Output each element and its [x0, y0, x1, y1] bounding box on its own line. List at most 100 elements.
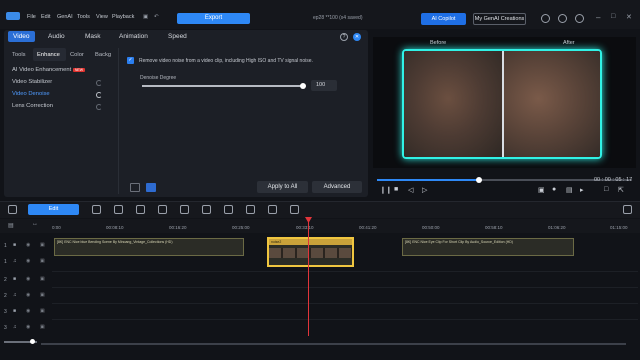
close-icon[interactable]: ✕	[626, 13, 632, 21]
reset-icon[interactable]	[96, 80, 102, 86]
menu-genai[interactable]: GenAI	[57, 14, 73, 20]
denoise-description: Remove video noise from a video clip, in…	[139, 58, 313, 64]
next-frame-icon[interactable]: ▷	[422, 186, 427, 194]
timeline-clip[interactable]: [8K] ENC Nice Eye Clip For Short Clip By…	[402, 238, 574, 256]
volume-icon[interactable]: ▸	[580, 186, 584, 194]
menu-playback[interactable]: Playback	[112, 14, 134, 20]
subtab-enhance[interactable]: Enhance	[37, 52, 60, 58]
playback-progress-fill	[377, 179, 479, 181]
after-label: After	[563, 40, 575, 46]
mute-icon[interactable]: ◉	[26, 324, 30, 330]
timeline-scrollbar[interactable]	[41, 343, 626, 345]
effect-icon[interactable]	[246, 205, 255, 214]
fit-icon[interactable]: ↔	[32, 221, 38, 227]
split-compare-icon[interactable]	[146, 183, 156, 192]
apply-to-all-button[interactable]: Apply to All	[257, 181, 308, 193]
edit-button[interactable]: Edit	[28, 204, 79, 215]
track-manager-icon[interactable]: ▤	[8, 222, 14, 229]
tab-video[interactable]: Video	[8, 31, 35, 42]
visibility-icon[interactable]: ◉	[26, 308, 30, 314]
compare-off-icon[interactable]	[130, 183, 140, 192]
reset-icon[interactable]	[96, 104, 102, 110]
speed-icon[interactable]	[180, 205, 189, 214]
before-image	[404, 51, 502, 157]
mute-icon[interactable]: ◉	[26, 258, 30, 264]
add-track-icon[interactable]	[8, 205, 17, 214]
close-panel-icon[interactable]: ✕	[353, 33, 361, 41]
tick-label: 00:50:00	[422, 225, 440, 230]
save-icon[interactable]: ▣	[143, 14, 148, 20]
stop-icon[interactable]: ■	[394, 186, 398, 193]
lock-icon[interactable]: ▣	[40, 276, 45, 282]
settings-icon[interactable]	[541, 14, 550, 23]
video-track-icon: ■	[13, 276, 17, 282]
time-ruler[interactable]	[0, 219, 640, 233]
reset-icon[interactable]	[96, 92, 102, 98]
visibility-icon[interactable]: ◉	[26, 276, 30, 282]
playback-handle[interactable]	[476, 177, 482, 183]
lock-icon[interactable]: ▣	[40, 324, 45, 330]
menu-tools[interactable]: Tools	[77, 14, 90, 20]
tab-mask[interactable]: Mask	[85, 33, 101, 40]
playhead[interactable]	[308, 218, 309, 336]
track-number: 1	[4, 243, 7, 249]
lock-icon[interactable]: ▣	[40, 242, 45, 248]
record-icon[interactable]: ●	[552, 186, 556, 193]
split-icon[interactable]	[114, 205, 123, 214]
crop-icon[interactable]	[136, 205, 145, 214]
mask-icon[interactable]	[224, 205, 233, 214]
previous-frame-icon[interactable]: ◁	[408, 186, 413, 194]
clip-name: [8K] ENC Nice blue Bending Scene By Mino…	[57, 240, 173, 244]
ai-copilot-button[interactable]: AI Copilot	[421, 13, 466, 25]
track-divider	[52, 319, 638, 320]
fullscreen-icon[interactable]: ⇱	[618, 186, 624, 194]
export-button[interactable]: Export	[177, 13, 250, 24]
notification-icon[interactable]	[558, 14, 567, 23]
side-item-video-stabilizer[interactable]: Video Stabilizer	[12, 79, 52, 85]
track-number: 1	[4, 259, 7, 265]
color-icon[interactable]	[202, 205, 211, 214]
menu-view[interactable]: View	[96, 14, 108, 20]
denoise-checkbox[interactable]: ✓	[127, 57, 134, 64]
lock-icon[interactable]: ▣	[40, 292, 45, 298]
timecode: 00 : 00 : 05 : 17	[594, 177, 633, 183]
undo-icon[interactable]: ↶	[154, 14, 159, 20]
tab-speed[interactable]: Speed	[168, 33, 187, 40]
subtab-background[interactable]: Backg	[95, 52, 111, 58]
play-icon[interactable]: ❙❙	[380, 186, 392, 194]
visibility-icon[interactable]: ◉	[26, 242, 30, 248]
lock-icon[interactable]: ▣	[40, 258, 45, 264]
side-item-lens-correction[interactable]: Lens Correction	[12, 103, 53, 109]
pen-icon[interactable]	[92, 205, 101, 214]
timeline-clip[interactable]: [8K] ENC Nice blue Bending Scene By Mino…	[54, 238, 244, 256]
maximize-icon[interactable]: □	[611, 13, 615, 20]
zoom-handle[interactable]	[30, 339, 35, 344]
side-item-video-denoise[interactable]: Video Denoise	[12, 91, 50, 97]
timeline-clip-selected[interactable]: noise2	[267, 237, 354, 267]
toolbar-settings-icon[interactable]	[623, 205, 632, 214]
denoise-value-field[interactable]: 100	[311, 80, 337, 91]
help-icon[interactable]: ?	[340, 33, 348, 41]
delete-icon[interactable]	[268, 205, 277, 214]
subtab-color[interactable]: Color	[70, 52, 84, 58]
menu-edit[interactable]: Edit	[41, 14, 50, 20]
detach-icon[interactable]: □	[604, 186, 608, 193]
mute-icon[interactable]: ◉	[26, 292, 30, 298]
account-icon[interactable]	[575, 14, 584, 23]
tab-animation[interactable]: Animation	[119, 33, 148, 40]
minimize-icon[interactable]: –	[596, 13, 600, 22]
genai-creations-button[interactable]: My GenAI Creations	[473, 13, 526, 25]
more-tools-icon[interactable]	[290, 205, 299, 214]
display-icon[interactable]: ▤	[566, 186, 573, 194]
advanced-button[interactable]: Advanced	[312, 181, 362, 193]
denoise-slider[interactable]	[142, 85, 305, 87]
snapshot-icon[interactable]: ▣	[538, 186, 545, 194]
side-item-ai-video-enhancement[interactable]: AI Video Enhancement NEW	[12, 67, 85, 73]
subtab-tools[interactable]: Tools	[12, 52, 26, 58]
lock-icon[interactable]: ▣	[40, 308, 45, 314]
menu-file[interactable]: File	[27, 14, 36, 20]
track-number: 3	[4, 309, 7, 315]
tab-audio[interactable]: Audio	[48, 33, 65, 40]
flip-icon[interactable]	[158, 205, 167, 214]
clip-name: [8K] ENC Nice Eye Clip For Short Clip By…	[405, 240, 513, 244]
